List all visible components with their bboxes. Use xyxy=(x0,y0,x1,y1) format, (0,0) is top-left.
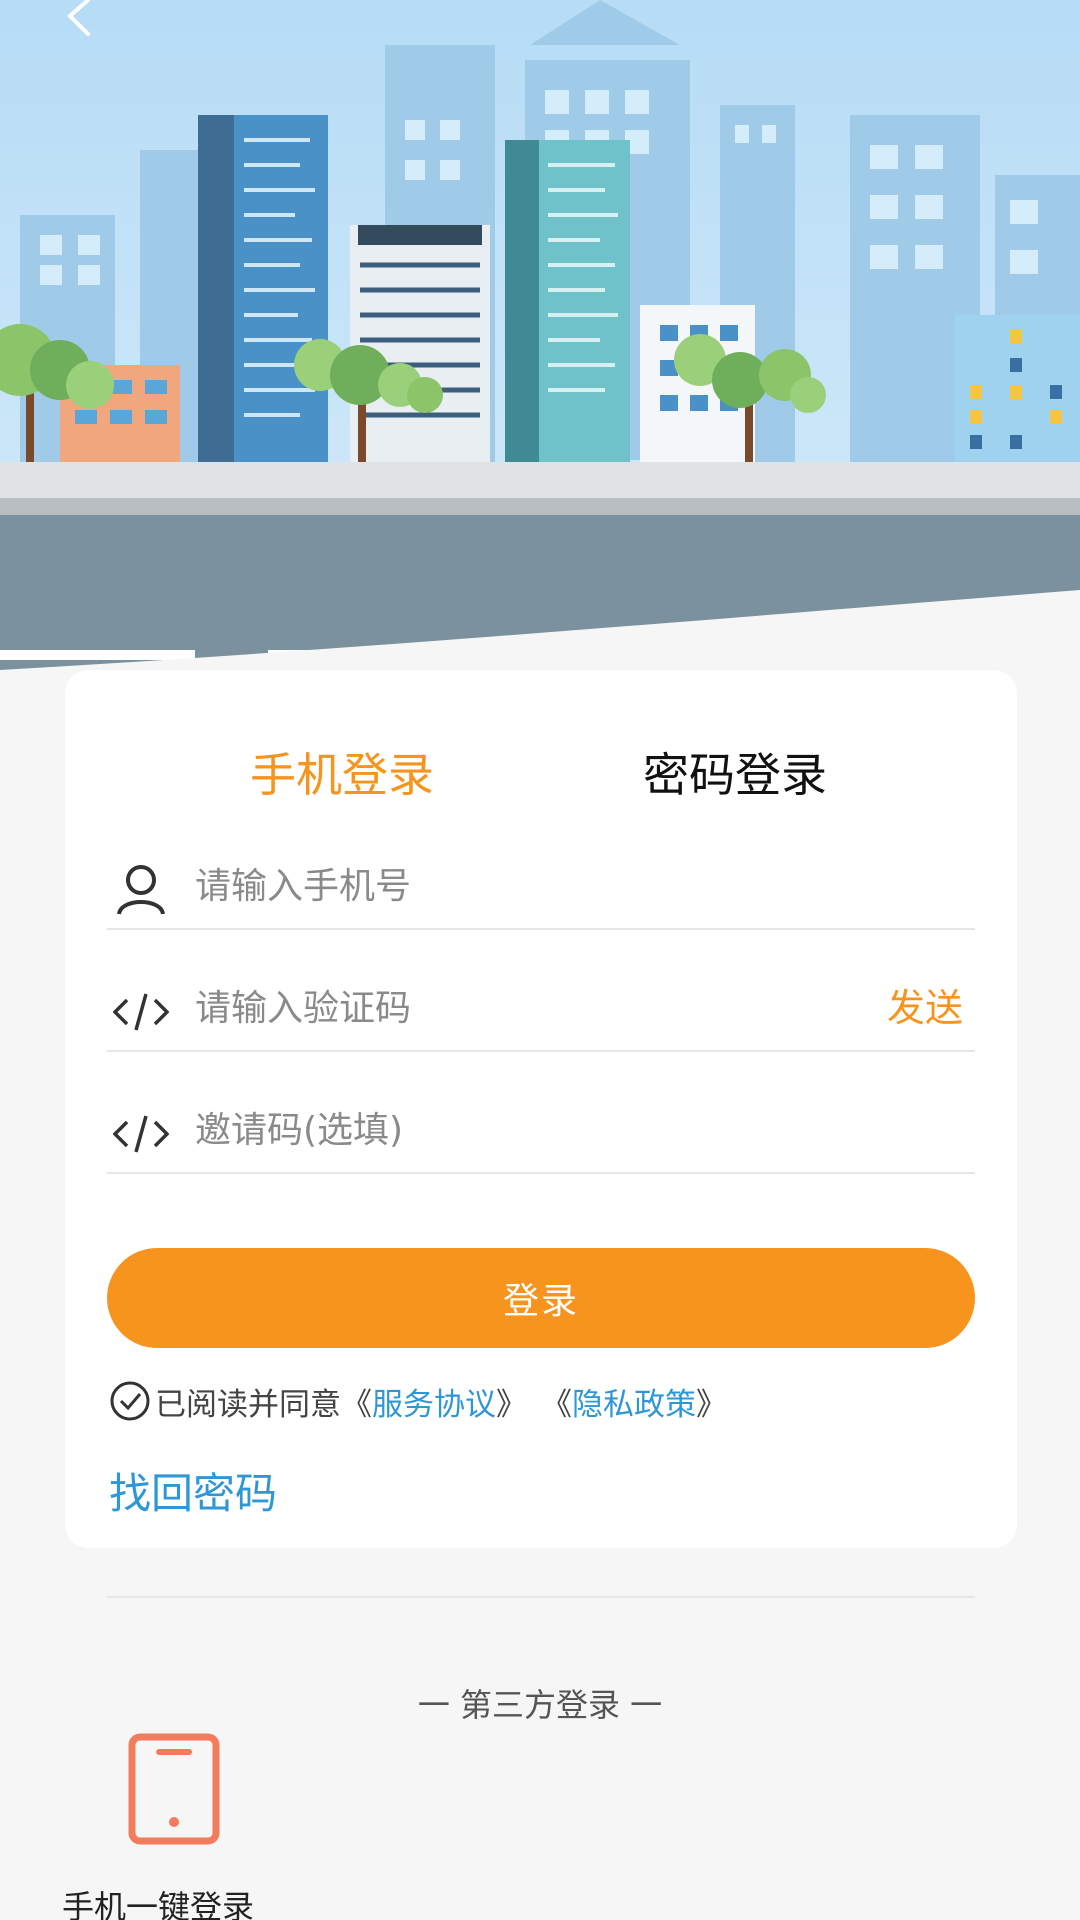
check-circle-icon[interactable] xyxy=(109,1380,151,1422)
invite-field xyxy=(107,1074,975,1174)
tab-password-login[interactable]: 密码登录 xyxy=(643,740,827,810)
one-click-phone-login[interactable]: 手机一键登录 xyxy=(62,1732,302,1920)
smartphone-icon xyxy=(128,1733,220,1845)
user-icon xyxy=(113,862,169,918)
invite-code-input[interactable] xyxy=(195,1090,815,1170)
third-party-title: 一 第三方登录 一 xyxy=(417,1686,663,1724)
phone-input[interactable] xyxy=(195,846,815,926)
privacy-policy-link[interactable]: 隐私政策 xyxy=(572,1379,696,1424)
service-agreement-link[interactable]: 服务协议 xyxy=(372,1379,496,1424)
bracket-close: 》 xyxy=(496,1386,527,1423)
bracket-open: 《 xyxy=(341,1386,372,1423)
recover-password-link[interactable]: 找回密码 xyxy=(109,1460,277,1521)
bracket-close: 》 xyxy=(696,1386,727,1423)
chevron-left-icon xyxy=(67,0,90,36)
back-button[interactable] xyxy=(48,0,108,50)
send-code-button[interactable]: 发送 xyxy=(887,980,963,1036)
tab-phone-login[interactable]: 手机登录 xyxy=(250,740,434,810)
code-icon xyxy=(113,984,169,1040)
city-banner-illustration xyxy=(0,0,1080,690)
verification-code-input[interactable] xyxy=(195,968,815,1048)
phone-field xyxy=(107,830,975,930)
agreement-text: 已阅读并同意 xyxy=(155,1386,341,1423)
login-button[interactable]: 登录 xyxy=(107,1248,975,1348)
login-tabs: 手机登录 密码登录 xyxy=(65,740,1017,810)
code-icon xyxy=(113,1106,169,1162)
one-click-login-label: 手机一键登录 xyxy=(62,1888,255,1920)
bracket-open: 《 xyxy=(541,1386,572,1423)
code-field: 发送 xyxy=(107,952,975,1052)
agreement-row: 已阅读并同意 《 服务协议 》 《 隐私政策 》 xyxy=(109,1376,727,1426)
login-card: 手机登录 密码登录 发送 xyxy=(65,670,1017,1598)
